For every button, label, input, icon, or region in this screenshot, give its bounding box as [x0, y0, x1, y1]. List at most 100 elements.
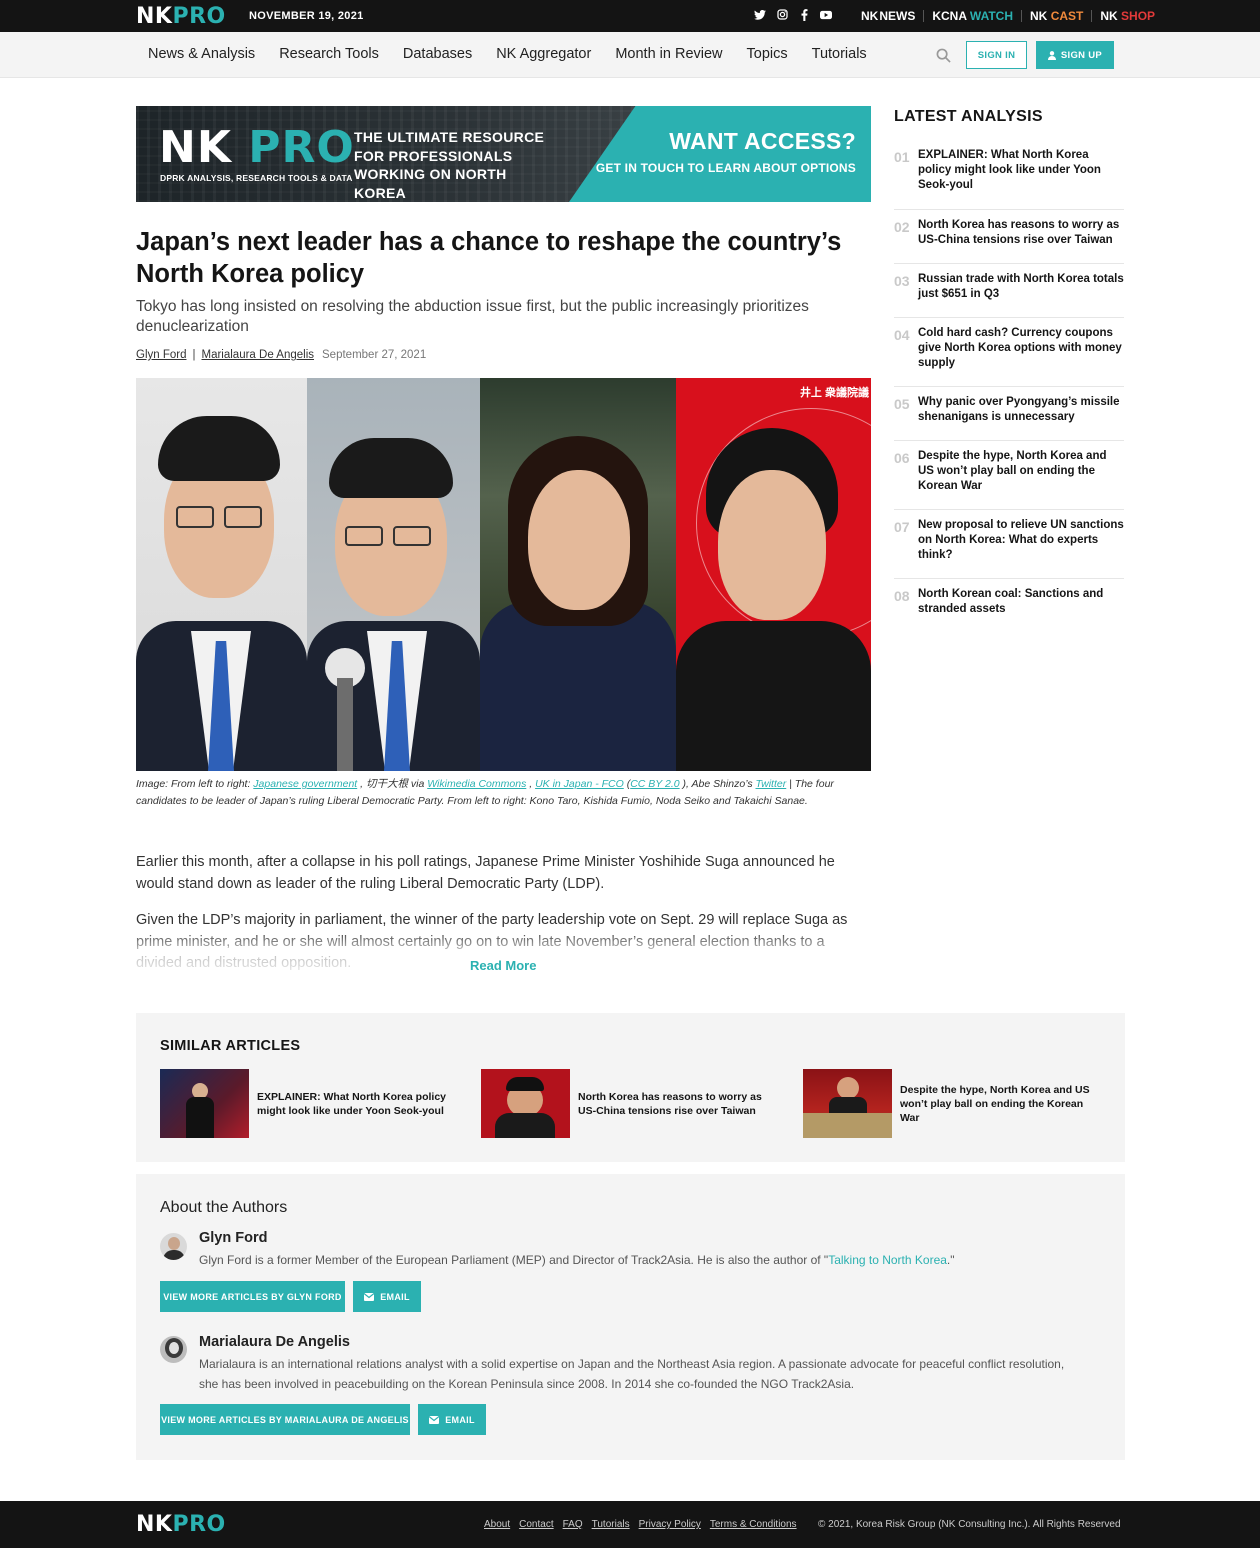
nav-item-nk-aggregator[interactable]: NK Aggregator [496, 46, 591, 62]
item-title: North Korean coal: Sanctions and strande… [918, 588, 1104, 615]
caption-link-uk-in-japan[interactable]: UK in Japan - FCO [535, 778, 624, 790]
email-glyn-ford-button[interactable]: EMAIL [353, 1281, 421, 1312]
item-number: 08 [894, 588, 910, 604]
view-more-glyn-ford-button[interactable]: VIEW MORE ARTICLES BY GLYN FORD [160, 1281, 345, 1312]
footer-link-contact[interactable]: Contact [519, 1519, 553, 1530]
read-more-link[interactable]: Read More [470, 958, 536, 973]
item-number: 07 [894, 519, 910, 535]
footer-link-faq[interactable]: FAQ [563, 1519, 583, 1530]
authors-heading: About the Authors [160, 1199, 288, 1216]
image-sign-text: 井上 衆議院議 [799, 387, 869, 399]
image-caption: Image: From left to right: Japanese gove… [136, 778, 834, 807]
nknews-link[interactable]: NKNEWS [861, 9, 915, 23]
footer-link-tutorials[interactable]: Tutorials [592, 1519, 630, 1530]
footer-link-terms[interactable]: Terms & Conditions [710, 1519, 797, 1530]
nav-items: News & Analysis Research Tools Databases… [148, 46, 867, 62]
similar-article-card[interactable]: North Korea has reasons to worry as US-C… [481, 1069, 778, 1138]
item-number: 06 [894, 450, 910, 466]
latest-item[interactable]: 04 Cold hard cash? Currency coupons give … [894, 318, 1124, 387]
sign-up-label: SIGN UP [1060, 49, 1103, 61]
instagram-icon[interactable] [776, 8, 788, 21]
banner-cta-sub: GET IN TOUCH TO LEARN ABOUT OPTIONS [595, 161, 856, 175]
similar-articles-heading: SIMILAR ARTICLES [160, 1038, 301, 1054]
caption-link-wikimedia[interactable]: Wikimedia Commons [427, 778, 526, 790]
similar-articles: SIMILAR ARTICLES EXPLAINER: What North K… [136, 1013, 1125, 1162]
author-bio: Glyn Ford is a former Member of the Euro… [199, 1253, 955, 1267]
sign-in-button[interactable]: SIGN IN [966, 41, 1027, 69]
latest-item[interactable]: 07 New proposal to relieve UN sanctions o… [894, 510, 1124, 579]
banner-logo: NK PRO [159, 122, 355, 173]
item-title: Cold hard cash? Currency coupons give No… [918, 327, 1122, 369]
caption-link-cc-by[interactable]: CC BY 2.0 [630, 778, 679, 790]
avatar-marialaura [160, 1336, 187, 1363]
similar-article-card[interactable]: Despite the hype, North Korea and US won… [803, 1069, 1100, 1138]
banner-tagline: THE ULTIMATE RESOURCE FOR PROFESSIONALS … [354, 129, 545, 201]
nav-item-databases[interactable]: Databases [403, 46, 472, 62]
item-number: 01 [894, 149, 910, 165]
sign-up-button[interactable]: SIGN UP [1036, 41, 1114, 69]
portrait-kono-taro [136, 378, 307, 771]
nav-item-research-tools[interactable]: Research Tools [279, 46, 379, 62]
about-the-authors: About the Authors Glyn Ford Glyn Ford is… [136, 1174, 1125, 1460]
nkcast-link[interactable]: NK CAST [1030, 9, 1083, 23]
footer-logo[interactable]: NKPRO [136, 1512, 226, 1537]
envelope-icon [429, 1415, 440, 1424]
divider [1021, 10, 1023, 22]
nkpro-logo[interactable]: NKPRO [136, 4, 226, 29]
view-more-marialaura-button[interactable]: VIEW MORE ARTICLES BY MARIALAURA DE ANGE… [160, 1404, 410, 1435]
latest-item[interactable]: 01 EXPLAINER: What North Korea policy mig… [894, 140, 1124, 210]
author-link-glyn-ford[interactable]: Glyn Ford [136, 349, 187, 361]
latest-item[interactable]: 02 North Korea has reasons to worry as US… [894, 210, 1124, 264]
byline-separator: | [192, 349, 196, 361]
item-title: North Korea has reasons to worry as US-C… [918, 219, 1120, 246]
latest-analysis-list: 01 EXPLAINER: What North Korea policy mig… [894, 140, 1124, 629]
email-marialaura-button[interactable]: EMAIL [418, 1404, 486, 1435]
facebook-icon[interactable] [798, 8, 810, 21]
caption-link-japanese-government[interactable]: Japanese government [253, 778, 357, 790]
nav-item-news-analysis[interactable]: News & Analysis [148, 46, 255, 62]
main-nav: News & Analysis Research Tools Databases… [0, 32, 1260, 78]
latest-item[interactable]: 06 Despite the hype, North Korea and US w… [894, 441, 1124, 510]
twitter-icon[interactable] [754, 8, 766, 21]
caption-link-twitter[interactable]: Twitter [756, 778, 787, 790]
latest-item[interactable]: 05 Why panic over Pyongyang’s missile she… [894, 387, 1124, 441]
logo-pro: PRO [172, 4, 226, 29]
book-link-talking-to-north-korea[interactable]: Talking to North Korea [828, 1253, 947, 1267]
nav-item-tutorials[interactable]: Tutorials [812, 46, 867, 62]
social-links [754, 8, 832, 21]
footer-link-about[interactable]: About [484, 1519, 510, 1530]
nav-item-topics[interactable]: Topics [747, 46, 788, 62]
article-thumbnail [160, 1069, 249, 1138]
footer-link-privacy[interactable]: Privacy Policy [639, 1519, 701, 1530]
latest-item[interactable]: 03 Russian trade with North Korea totals … [894, 264, 1124, 318]
hero-image: 井上 衆議院議 [136, 378, 871, 771]
author-link-marialaura[interactable]: Marialaura De Angelis [202, 349, 315, 361]
article-paragraph: Earlier this month, after a collapse in … [136, 854, 835, 892]
portrait-takaichi-sanae: 井上 衆議院議 [676, 378, 871, 771]
item-title: Why panic over Pyongyang’s missile shena… [918, 396, 1120, 423]
nkshop-link[interactable]: NK SHOP [1100, 9, 1155, 23]
current-date: NOVEMBER 19, 2021 [249, 10, 364, 22]
author-bio: Marialaura is an international relations… [199, 1357, 1065, 1391]
logo-nk: NK [136, 4, 173, 29]
portrait-kishida-fumio [307, 378, 480, 771]
banner-subtitle: DPRK ANALYSIS, RESEARCH TOOLS & DATA [160, 173, 353, 183]
article-thumbnail [803, 1069, 892, 1138]
youtube-icon[interactable] [820, 8, 832, 21]
nkpro-banner-ad[interactable]: NK PRO DPRK ANALYSIS, RESEARCH TOOLS & D… [136, 106, 871, 202]
item-title: New proposal to relieve UN sanctions on … [918, 519, 1124, 561]
search-icon[interactable] [936, 48, 951, 63]
kcnawatch-link[interactable]: KCNA WATCH [932, 9, 1013, 23]
nav-item-month-in-review[interactable]: Month in Review [615, 46, 722, 62]
banner-cta-title: WANT ACCESS? [669, 128, 856, 154]
similar-article-card[interactable]: EXPLAINER: What North Korea policy might… [160, 1069, 457, 1138]
email-label: EMAIL [380, 1291, 410, 1302]
copyright: © 2021, Korea Risk Group (NK Consulting … [818, 1519, 1121, 1530]
author-name: Glyn Ford [199, 1230, 268, 1246]
item-title: EXPLAINER: What North Korea policy might… [918, 149, 1101, 191]
latest-analysis-heading: LATEST ANALYSIS [894, 108, 1043, 125]
article-subtitle: Tokyo has long insisted on resolving the… [136, 298, 809, 335]
user-icon [1047, 50, 1056, 60]
item-number: 03 [894, 273, 910, 289]
latest-item[interactable]: 08 North Korean coal: Sanctions and stran… [894, 579, 1124, 629]
